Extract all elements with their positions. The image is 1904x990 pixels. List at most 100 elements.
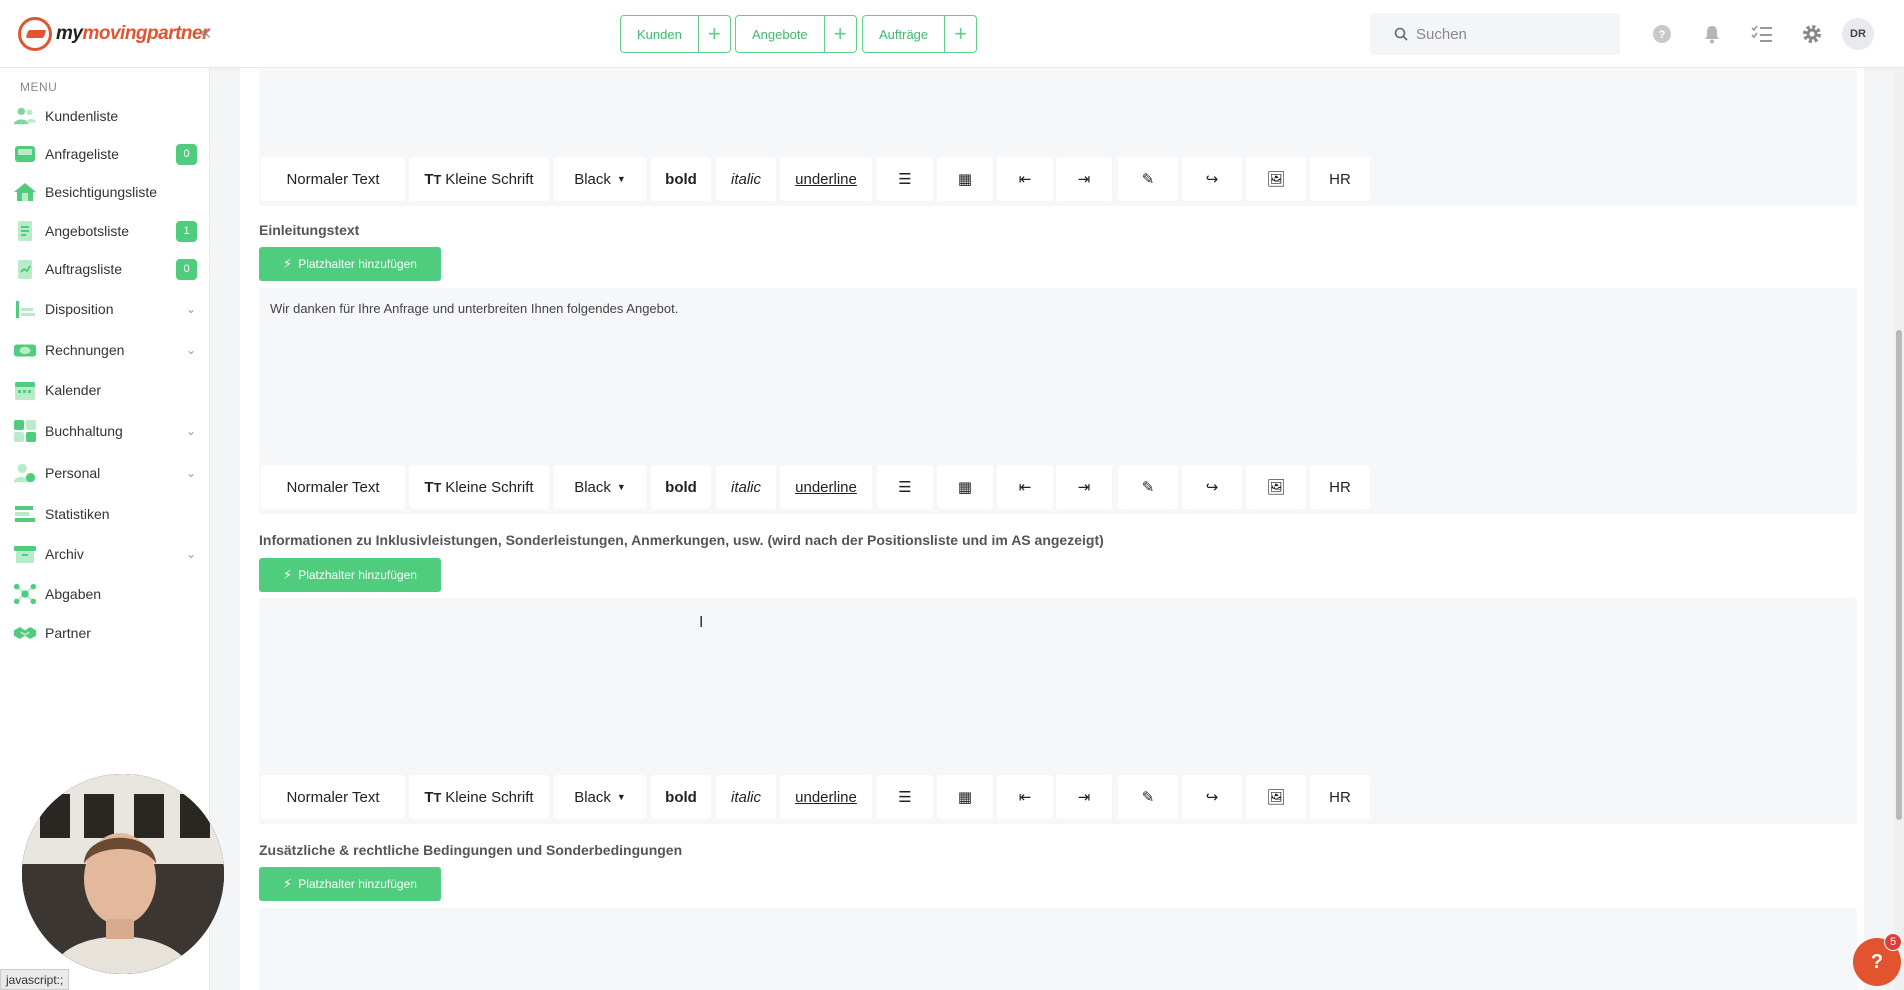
sidebar-item-disposition[interactable]: Disposition ⌄ [0,293,210,325]
hr-button[interactable]: HR [1310,465,1370,509]
bold-button[interactable]: bold [651,157,711,201]
placeholder-button-einleitung[interactable]: ⚡ Platzhalter hinzufügen [259,247,441,281]
anfrage-count-badge: 0 [176,143,197,165]
bolt-icon: ⚡ [283,256,293,271]
text-size-icon: TT [424,788,442,806]
underline-button[interactable]: underline [780,775,872,819]
archive-icon [13,542,37,566]
color-dropdown[interactable]: Black ▼ [554,775,646,819]
quick-angebote: Angebote + [735,15,857,53]
einleitung-editor[interactable]: Wir danken für Ihre Anfrage und unterbre… [259,288,1857,460]
inbox-icon [13,142,37,166]
sidebar-item-kalender[interactable]: Kalender [0,374,210,406]
small-text-button[interactable]: TT Kleine Schrift [409,465,549,509]
indent-icon[interactable]: ⇥ [1056,465,1112,509]
italic-button[interactable]: italic [716,775,776,819]
sidebar-item-abgaben[interactable]: Abgaben [0,578,210,610]
document-icon [13,219,37,243]
sidebar-item-kundenliste[interactable]: Kundenliste [0,100,210,132]
logo-text: mymovingpartner [56,23,209,44]
underline-button[interactable]: underline [780,157,872,201]
help-icon[interactable]: ? [1650,22,1674,46]
redo-icon[interactable]: ↪ [1182,775,1242,819]
image-icon[interactable]: 🖼 [1246,775,1306,819]
bold-button[interactable]: bold [651,465,711,509]
sidebar-item-rechnungen[interactable]: Rechnungen ⌄ [0,334,210,366]
caret-down-icon: ▼ [616,174,626,184]
chevron-down-icon: ⌄ [186,302,197,316]
hr-button[interactable]: HR [1310,775,1370,819]
bold-button[interactable]: bold [651,775,711,819]
sidebar-item-archiv[interactable]: Archiv ⌄ [0,538,210,570]
caret-down-icon: ▼ [616,482,626,492]
pencil-icon[interactable]: ✎ [1118,465,1178,509]
sidebar-item-angebotsliste[interactable]: Angebotsliste 1 [0,215,210,247]
normal-text-button[interactable]: Normaler Text [261,157,405,201]
handshake-icon [13,621,37,645]
add-kunde-icon[interactable]: + [698,15,731,53]
italic-button[interactable]: italic [716,157,776,201]
underline-button[interactable]: underline [780,465,872,509]
table-icon[interactable]: ▦ [937,775,993,819]
normal-text-button[interactable]: Normaler Text [261,465,405,509]
sidebar-item-besichtigungsliste[interactable]: Besichtigungsliste [0,176,210,208]
outdent-icon[interactable]: ⇤ [997,157,1053,201]
sidebar-item-partner[interactable]: Partner [0,617,210,649]
stats-icon [13,502,37,526]
indent-icon[interactable]: ⇥ [1056,775,1112,819]
sidebar-item-statistiken[interactable]: Statistiken [0,498,210,530]
image-icon[interactable]: 🖼 [1246,465,1306,509]
placeholder-button-informationen[interactable]: ⚡ Platzhalter hinzufügen [259,558,441,592]
kunden-button[interactable]: Kunden [620,15,699,53]
caret-down-icon: ▼ [616,792,626,802]
avatar[interactable]: DR [1842,18,1874,50]
pencil-icon[interactable]: ✎ [1118,157,1178,201]
tasks-icon[interactable] [1750,22,1774,46]
search-input[interactable] [1416,25,1596,43]
svg-text:?: ? [1659,29,1666,41]
list-icon[interactable]: ☰ [877,465,933,509]
outdent-icon[interactable]: ⇤ [997,775,1053,819]
placeholder-button-bedingungen[interactable]: ⚡ Platzhalter hinzufügen [259,867,441,901]
image-icon[interactable]: 🖼 [1246,157,1306,201]
redo-icon[interactable]: ↪ [1182,157,1242,201]
editor-previous[interactable] [259,68,1857,152]
hr-button[interactable]: HR [1310,157,1370,201]
color-dropdown[interactable]: Black ▼ [554,157,646,201]
angebote-button[interactable]: Angebote [735,15,825,53]
bedingungen-editor[interactable] [259,908,1857,990]
angebot-count-badge: 1 [176,220,197,242]
quick-kunden: Kunden + [620,15,731,53]
pencil-icon[interactable]: ✎ [1118,775,1178,819]
table-icon[interactable]: ▦ [937,157,993,201]
redo-icon[interactable]: ↪ [1182,465,1242,509]
text-cursor-icon: I [699,614,704,631]
add-angebot-icon[interactable]: + [824,15,857,53]
table-icon[interactable]: ▦ [937,465,993,509]
small-text-button[interactable]: TT Kleine Schrift [409,157,549,201]
normal-text-button[interactable]: Normaler Text [261,775,405,819]
list-icon[interactable]: ☰ [877,775,933,819]
small-text-button[interactable]: TT Kleine Schrift [409,775,549,819]
house-icon [13,180,37,204]
outdent-icon[interactable]: ⇤ [997,465,1053,509]
add-auftrag-icon[interactable]: + [945,15,978,53]
search-icon [1394,27,1408,41]
informationen-editor[interactable] [259,598,1857,770]
logo[interactable]: mymovingpartner [18,17,209,51]
indent-icon[interactable]: ⇥ [1056,157,1112,201]
italic-button[interactable]: italic [716,465,776,509]
sidebar-item-personal[interactable]: Personal ⌄ [0,457,210,489]
scrollbar-thumb[interactable] [1896,330,1902,820]
bell-icon[interactable] [1700,22,1724,46]
gear-icon[interactable] [1800,22,1824,46]
auftrag-count-badge: 0 [176,258,197,280]
collapse-sidebar-icon[interactable]: « [200,22,211,45]
sidebar-item-buchhaltung[interactable]: Buchhaltung ⌄ [0,415,210,447]
chart-icon [13,297,37,321]
sidebar-item-auftragsliste[interactable]: Auftragsliste 0 [0,253,210,285]
sidebar-item-anfrageliste[interactable]: Anfrageliste 0 [0,138,210,170]
list-icon[interactable]: ☰ [877,157,933,201]
auftraege-button[interactable]: Aufträge [862,15,946,53]
color-dropdown[interactable]: Black ▼ [554,465,646,509]
